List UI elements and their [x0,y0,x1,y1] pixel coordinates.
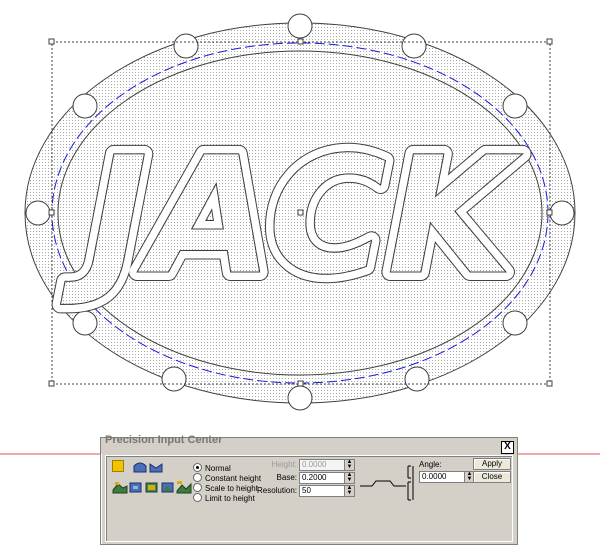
resize-handle [48,209,55,216]
resolution-field[interactable]: 50 [299,485,345,497]
radio-icon [193,493,202,502]
jack-fill: JACK [60,123,523,311]
close-icon[interactable]: X [501,441,514,454]
hole [401,33,427,59]
resize-handle [546,38,553,45]
radio-selected-icon [193,463,202,472]
mode-constant-height-radio[interactable]: Constant height [193,473,261,483]
shape-tool-4-icon[interactable] [160,480,176,494]
hole [287,13,313,39]
resize-handle [546,380,553,387]
arch-down-icon[interactable] [148,460,164,474]
jack-lettering[interactable]: JACK JACK JACK JACK [51,114,532,320]
precision-input-center-dialog: Precision Input Center X Normal Constant… [100,434,518,545]
hole [161,366,187,392]
apply-button[interactable]: Apply [473,458,511,470]
base-field[interactable]: 0.2000 [299,472,345,484]
height-spinner[interactable]: ▲ ▼ [344,459,355,471]
resize-handle [297,380,304,387]
shape-tool-1-icon[interactable] [112,480,128,494]
radio-icon [193,483,202,492]
resolution-label: Resolution: [256,486,297,495]
height-field[interactable]: 0.0000 [299,459,345,471]
hole [173,33,199,59]
close-button[interactable]: Close [473,471,511,483]
center-handle [297,209,304,216]
resize-handle [48,38,55,45]
hole [72,310,98,336]
resize-handle [297,38,304,45]
hole [72,93,98,119]
hole [287,385,313,411]
resize-handle [48,380,55,387]
hole [502,93,528,119]
hole [404,366,430,392]
resize-handle [546,209,553,216]
hole [25,200,51,226]
dialog-body: Normal Constant height Scale to height L… [105,455,513,542]
angle-field[interactable]: 0.0000 [419,471,465,483]
base-label: Base: [276,473,297,482]
base-spinner[interactable]: ▲ ▼ [344,472,355,484]
mode-scale-to-height-radio[interactable]: Scale to height [193,483,258,493]
angle-label: Angle: [419,460,442,469]
height-label: Height: [271,460,297,469]
mode-limit-to-height-radio[interactable]: Limit to height [193,493,255,503]
shape-tool-5-icon[interactable] [176,480,192,494]
arch-up-icon[interactable] [132,460,148,474]
color-swatch-icon[interactable] [112,460,124,472]
resolution-spinner[interactable]: ▲ ▼ [344,485,355,497]
mode-normal-radio[interactable]: Normal [193,463,231,473]
dialog-title: Precision Input Center [105,434,223,446]
shape-tool-2-icon[interactable] [128,480,144,494]
shape-tool-3-icon[interactable] [144,480,160,494]
hole [502,310,528,336]
profile-preview-icon [360,465,414,501]
hole [549,200,575,226]
radio-icon [193,473,202,482]
dialog-titlebar: Precision Input Center X [101,434,517,454]
